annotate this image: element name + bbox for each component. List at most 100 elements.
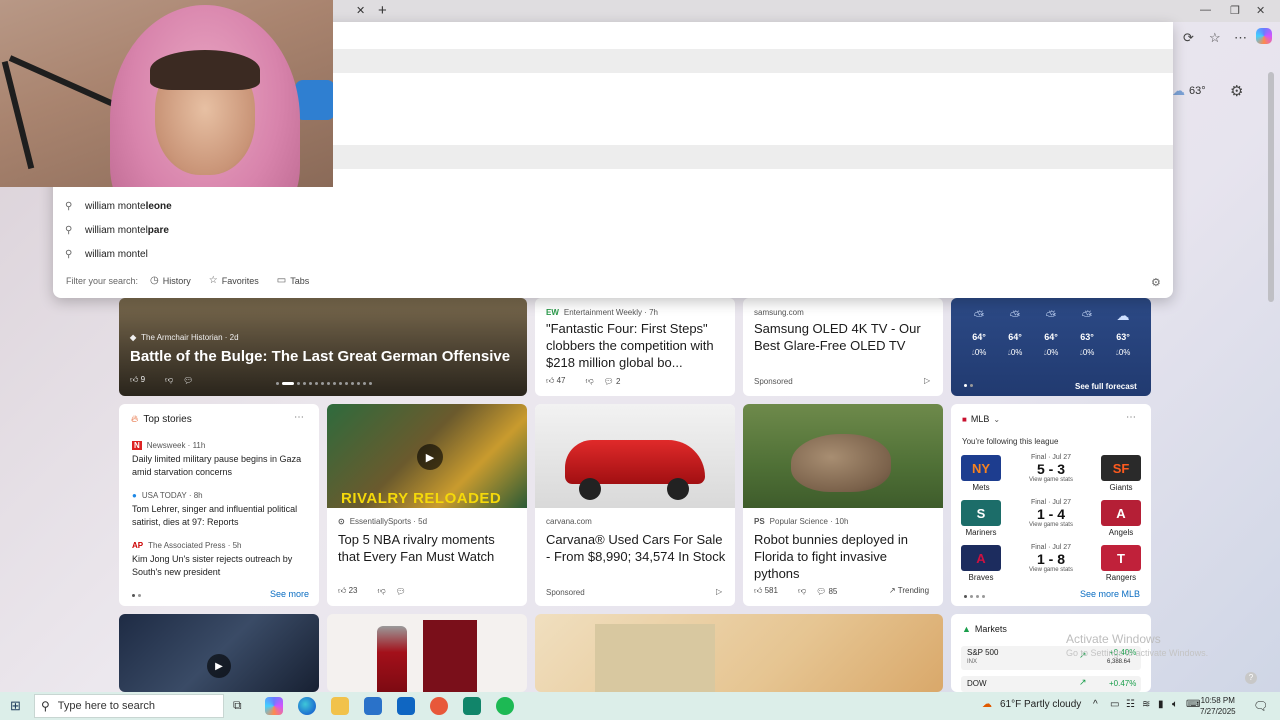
outlook-icon[interactable] [397,697,415,715]
close-tab-icon[interactable]: ✕ [356,4,365,17]
taskbar-weather[interactable]: 61°F Partly cloudy [1000,699,1081,710]
weather-taskbar-icon[interactable]: ☁ [982,699,992,710]
page-scrollbar[interactable] [1268,72,1274,302]
filter-favorites-button[interactable]: ☆ Favorites [209,275,259,286]
article-source: PS Popular Science · 10h [754,517,848,526]
favorites-star-icon[interactable]: ☆ [1209,30,1221,46]
carousel-indicator[interactable] [132,594,141,597]
like-button[interactable]: 👍︎ 47 [546,376,576,386]
filter-history-button[interactable]: ◷ History [150,275,191,286]
mlb-header[interactable]: ■ MLB ⌄ [962,414,1000,424]
dislike-button[interactable]: 👎︎ [378,586,386,596]
video-news-card[interactable]: ▶ RIVALRY RELOADED ⊙ EssentiallySports · … [327,404,527,606]
weather-forecast-card[interactable]: ⛅︎ 64° 💧︎0% ⛅︎ 64° 💧︎0% ⛅︎ 64° 💧︎0% ⛅︎ 63° 💧︎0% … [951,298,1151,396]
notification-icon[interactable]: 🗨︎ [1253,699,1268,713]
chevron-up-icon[interactable]: ^ [1093,699,1098,710]
app-icon[interactable] [463,697,481,715]
source-logo: ● [132,491,137,500]
filter-history-label: History [162,275,191,286]
ad-card[interactable]: samsung.com Samsung OLED 4K TV - Our Bes… [743,298,943,396]
search-settings-icon[interactable]: ⚙ [1151,276,1161,289]
see-more-link[interactable]: See more [270,589,309,599]
comment-button[interactable]: 💬︎ [396,587,406,596]
top-story-item[interactable]: ● USA TODAY · 8h Tom Lehrer, singer and i… [132,491,312,529]
store-icon[interactable] [364,697,382,715]
dislike-button[interactable]: 👎︎ [798,586,806,596]
help-icon[interactable]: ? [1245,672,1257,684]
see-more-mlb-link[interactable]: See more MLB [1080,589,1140,599]
system-clock[interactable]: 10:58 PM 7/27/2025 [1200,695,1236,717]
minimize-icon[interactable]: — [1200,4,1211,16]
ad-card[interactable]: carvana.com Carvana® Used Cars For Sale … [535,404,735,606]
windows-start-icon[interactable]: ⊞ [10,698,21,714]
game-score-row[interactable]: NY Mets Final · Jul 27 5 - 3 View game sta… [961,454,1141,492]
weather-widget[interactable]: ☁ 63° [1172,83,1206,99]
news-card[interactable] [535,614,943,692]
restore-icon[interactable]: ❐ [1230,4,1240,17]
search-suggestion[interactable]: ⚲ william montel [65,244,148,264]
refresh-icon[interactable]: ⟳ [1183,30,1194,46]
copilot-icon[interactable] [1256,28,1272,44]
wifi-icon[interactable]: ≋ [1142,699,1150,710]
history-icon: ◷ [150,275,159,286]
speaker-icon[interactable]: 🔈︎ [1172,699,1178,710]
video-news-card[interactable]: ▶ [119,614,319,692]
article-source: EW Entertainment Weekly · 7h [546,308,658,317]
car-shape [565,440,705,484]
see-full-forecast-link[interactable]: See full forecast [1075,382,1137,391]
close-window-icon[interactable]: ✕ [1256,4,1265,17]
copilot-taskbar-icon[interactable] [265,697,283,715]
more-options-icon[interactable]: ⋯ [1234,30,1247,46]
comment-button[interactable]: 💬︎ [183,376,193,385]
team-name: Mariners [965,528,997,537]
page-settings-icon[interactable]: ⚙ [1230,82,1243,100]
comment-button[interactable]: 💬︎ 85 [816,587,847,596]
more-options-icon[interactable]: ⋯ [1126,412,1136,423]
ad-card[interactable] [327,614,527,692]
search-suggestion[interactable]: ⚲ william montel pare [65,220,169,240]
spotify-icon[interactable] [496,697,514,715]
ad-choices-icon[interactable]: ▷ [924,376,930,385]
play-icon[interactable]: ▶ [417,444,443,470]
team-logo: SF [1101,455,1141,481]
app-icon[interactable] [430,697,448,715]
ad-choices-icon[interactable]: ▷ [716,587,722,596]
game-score-row[interactable]: S Mariners Final · Jul 27 1 - 4 View game … [961,499,1141,537]
language-icon[interactable]: ⌨ [1186,699,1200,710]
carousel-indicator[interactable] [276,382,372,385]
taskbar-search-box[interactable]: ⚲ Type here to search [34,694,224,718]
dislike-button[interactable]: 👎︎ [586,376,594,386]
battery-icon[interactable]: ▮ [1158,699,1164,710]
more-options-icon[interactable]: ⋯ [294,412,304,423]
play-icon[interactable]: ▶ [207,654,231,678]
taskbar: ⊞ ⚲ Type here to search ⧉ ☁ 61°F Partly … [0,692,1280,720]
task-view-icon[interactable]: ⧉ [233,698,242,713]
car-wheel [579,478,601,500]
filter-tabs-button[interactable]: ▭ Tabs [277,275,309,286]
search-suggestion[interactable]: ⚲ william monte leone [65,196,172,216]
mlb-scores-card: ■ MLB ⌄ ⋯ You're following this league N… [951,404,1151,606]
market-row[interactable]: DOW ↗ +0.47% [961,676,1141,692]
top-story-item[interactable]: N Newsweek · 11h Daily limited military p… [132,441,312,479]
team-logo: A [961,545,1001,571]
network-icon[interactable]: ☷ [1126,699,1135,710]
tray-icon[interactable]: ▭ [1110,699,1119,710]
carousel-indicator[interactable] [964,384,973,387]
dislike-button[interactable]: 👎︎ [165,375,173,385]
game-score-row[interactable]: A Braves Final · Jul 27 1 - 8 View game st… [961,544,1141,582]
news-card[interactable]: EW Entertainment Weekly · 7h "Fantastic F… [535,298,735,396]
carousel-indicator[interactable] [964,595,985,598]
top-story-item[interactable]: AP The Associated Press · 5h Kim Jong Un'… [132,541,312,579]
edge-browser-icon[interactable] [298,697,316,715]
person-hair [150,50,260,90]
file-explorer-icon[interactable] [331,697,349,715]
comment-button[interactable]: 💬︎ 2 [604,377,631,386]
new-tab-icon[interactable]: + [378,2,387,19]
markets-header[interactable]: ▲ Markets [962,624,1007,634]
like-button[interactable]: 👍︎ 23 [338,586,368,596]
like-button[interactable]: 👍︎ 581 [754,586,788,596]
suggestion-prefix: william montel [85,248,148,260]
like-button[interactable]: 👍︎ 9 [130,375,155,385]
hero-card[interactable]: ◆ The Armchair Historian · 2d Battle of t… [119,298,527,396]
news-card[interactable]: PS Popular Science · 10h Robot bunnies de… [743,404,943,606]
